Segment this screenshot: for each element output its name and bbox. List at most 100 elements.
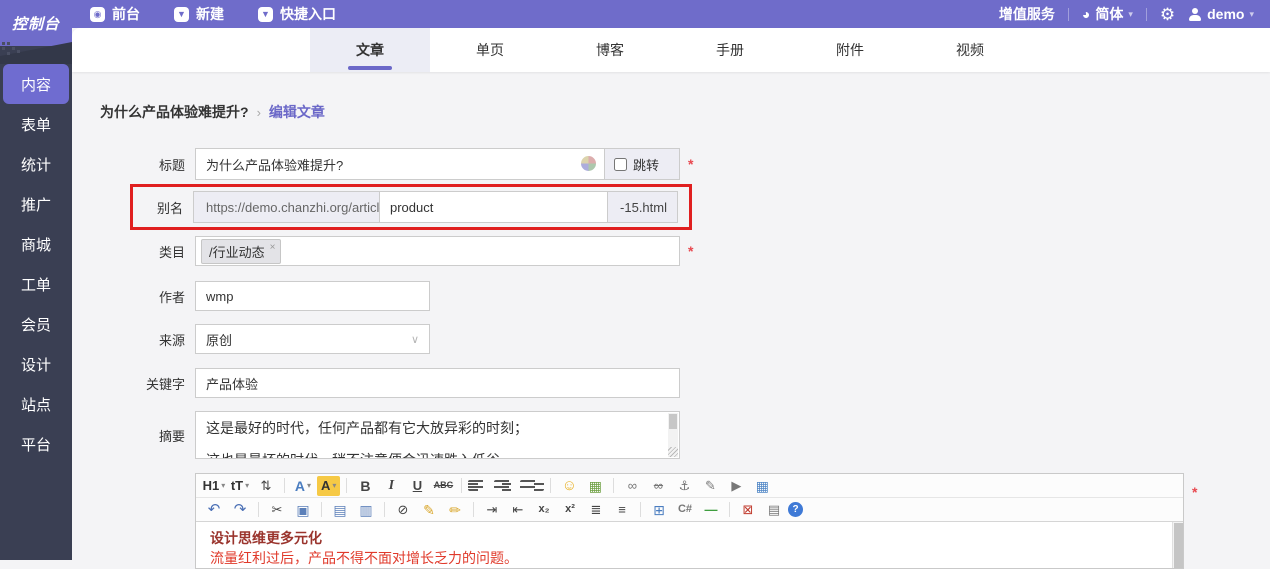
language-label: 简体 — [1095, 6, 1124, 22]
superscript-icon[interactable]: x² — [558, 500, 582, 520]
module-tabstrip: 文章 单页 博客 手册 附件 视频 — [72, 28, 1270, 72]
line-height-icon[interactable]: ⇅ — [254, 476, 278, 496]
caret-down-icon: ▾ — [307, 480, 312, 490]
heading-icon[interactable]: H1 ▾ — [202, 476, 226, 496]
keywords-row: 关键字 — [100, 368, 1270, 398]
alias-input[interactable] — [380, 191, 608, 223]
undo-icon[interactable]: ↶ — [202, 500, 226, 520]
topbar-menu-quick-entry[interactable]: ▼ 快捷入口 — [258, 4, 336, 24]
title-row: 标题 跳转 * — [100, 148, 1270, 180]
media-icon[interactable]: ▶ — [724, 476, 748, 496]
sidebar-item-content[interactable]: 内容 — [3, 64, 69, 104]
keywords-label: 关键字 — [145, 376, 185, 392]
summary-row: 摘要 这是最好的时代，任何产品都有它大放异彩的时刻； 这也是最坏的时代，稍不注意… — [100, 411, 1270, 459]
paste-word-icon[interactable]: ▥ — [354, 500, 378, 520]
sidebar-item-platform[interactable]: 平台 — [0, 424, 72, 464]
value-added-services-link[interactable]: 增值服务 — [999, 4, 1055, 24]
author-input[interactable] — [195, 281, 430, 311]
toolbar-divider — [258, 502, 259, 517]
author-label: 作者 — [158, 289, 185, 305]
tab-video[interactable]: 视频 — [910, 28, 1030, 72]
tab-blog[interactable]: 博客 — [550, 28, 670, 72]
redo-icon[interactable]: ↷ — [228, 500, 252, 520]
copy-icon[interactable]: ▣ — [291, 500, 315, 520]
scrollbar-thumb[interactable] — [669, 414, 677, 429]
sidebar-item-site[interactable]: 站点 — [0, 384, 72, 424]
keywords-input[interactable] — [195, 368, 680, 398]
paste-text-icon[interactable]: ▤ — [328, 500, 352, 520]
title-input[interactable] — [195, 148, 605, 180]
sidebar-item-member[interactable]: 会员 — [0, 304, 72, 344]
table-icon[interactable]: ⊞ — [647, 500, 671, 520]
category-box[interactable]: /行业动态 × — [195, 236, 680, 266]
hr-icon[interactable]: ― — [699, 500, 723, 520]
color-picker-icon[interactable] — [581, 156, 596, 171]
sidebar-item-design[interactable]: 设计 — [0, 344, 72, 384]
anchor-icon[interactable]: ⚓ — [672, 476, 696, 496]
editor-text-line: 设计思维更多元化 — [210, 530, 322, 546]
bold-icon[interactable]: B — [353, 476, 377, 496]
tab-article[interactable]: 文章 — [310, 28, 430, 72]
italic-icon[interactable]: I — [379, 476, 403, 496]
source-icon[interactable]: ▤ — [762, 500, 786, 520]
sidebar-item-promotion[interactable]: 推广 — [0, 184, 72, 224]
user-icon — [1188, 7, 1202, 21]
source-value: 原创 — [206, 332, 233, 348]
author-row: 作者 — [100, 281, 1270, 311]
category-tag[interactable]: /行业动态 × — [201, 238, 282, 264]
strikethrough-icon[interactable]: ABC — [431, 476, 455, 496]
sidebar-item-ticket[interactable]: 工单 — [0, 264, 72, 304]
textarea-resize-handle[interactable] — [668, 447, 678, 457]
code-icon[interactable]: C# — [673, 500, 697, 520]
category-tag-label: /行业动态 — [209, 244, 265, 260]
breadcrumb-current[interactable]: 编辑文章 — [269, 102, 325, 122]
link-icon[interactable]: ∞ — [620, 476, 644, 496]
topbar-menu-front[interactable]: ◉ 前台 — [90, 4, 140, 24]
ordered-list-icon[interactable]: ≣ — [584, 500, 608, 520]
editor-scrollbar[interactable] — [1172, 522, 1183, 568]
emoticon-icon[interactable]: ☺ — [557, 476, 581, 496]
font-size-icon[interactable]: tT ▾ — [228, 476, 252, 496]
tab-book[interactable]: 手册 — [670, 28, 790, 72]
topbar-menu-create[interactable]: ▼ 新建 — [174, 4, 224, 24]
help-icon[interactable]: ? — [788, 502, 803, 517]
cut-icon[interactable]: ✂ — [265, 500, 289, 520]
sidebar-item-mall[interactable]: 商城 — [0, 224, 72, 264]
user-menu[interactable]: demo ▾ — [1188, 6, 1254, 22]
format-brush-icon[interactable]: ✎ — [417, 500, 441, 520]
insert-image-icon[interactable]: ▦ — [583, 476, 607, 496]
language-menu[interactable]: ◕ 简体 ▾ — [1082, 4, 1133, 24]
tab-page[interactable]: 单页 — [430, 28, 550, 72]
gear-icon[interactable]: ⚙ — [1160, 6, 1175, 23]
underline-icon[interactable]: U — [405, 476, 429, 496]
align-left-icon[interactable] — [468, 480, 493, 491]
subscript-icon[interactable]: x₂ — [532, 500, 556, 520]
caret-down-icon: ▾ — [245, 480, 250, 490]
caret-down-icon: ▾ — [221, 480, 226, 490]
jump-checkbox[interactable] — [614, 157, 627, 171]
tag-remove-icon[interactable]: × — [270, 242, 276, 254]
align-right-icon[interactable] — [520, 480, 545, 491]
picture-icon[interactable]: ▦ — [750, 476, 774, 496]
required-asterisk: * — [1192, 484, 1198, 500]
indent-icon[interactable]: ⇥ — [480, 500, 504, 520]
fullscreen-icon[interactable]: ⊠ — [736, 500, 760, 520]
font-color-icon[interactable]: A ▾ — [291, 476, 315, 496]
unordered-list-icon[interactable]: ≡ — [610, 500, 634, 520]
quick-format-icon[interactable]: ✏ — [443, 500, 467, 520]
unlink-icon[interactable]: ∞ — [646, 476, 670, 496]
scrollbar-thumb[interactable] — [1174, 523, 1183, 568]
remove-format-icon[interactable]: ⊘ — [391, 500, 415, 520]
editor-body[interactable]: 设计思维更多元化 流量红利过后，产品不得不面对增长乏力的问题。 — [196, 522, 1183, 568]
tab-file[interactable]: 附件 — [790, 28, 910, 72]
jump-addon: 跳转 — [605, 148, 680, 180]
outdent-icon[interactable]: ⇤ — [506, 500, 530, 520]
align-center-icon[interactable] — [494, 480, 519, 491]
summary-textarea[interactable]: 这是最好的时代，任何产品都有它大放异彩的时刻； 这也是最坏的时代，稍不注意便会迅… — [195, 411, 680, 459]
sidebar-item-stat[interactable]: 统计 — [0, 144, 72, 184]
source-select[interactable]: 原创 ∨ — [195, 324, 430, 354]
alias-url-suffix: -15.html — [608, 191, 678, 223]
sidebar-item-form[interactable]: 表单 — [0, 104, 72, 144]
flash-icon[interactable]: ✎ — [698, 476, 722, 496]
highlight-color-icon[interactable]: A ▾ — [317, 475, 341, 496]
